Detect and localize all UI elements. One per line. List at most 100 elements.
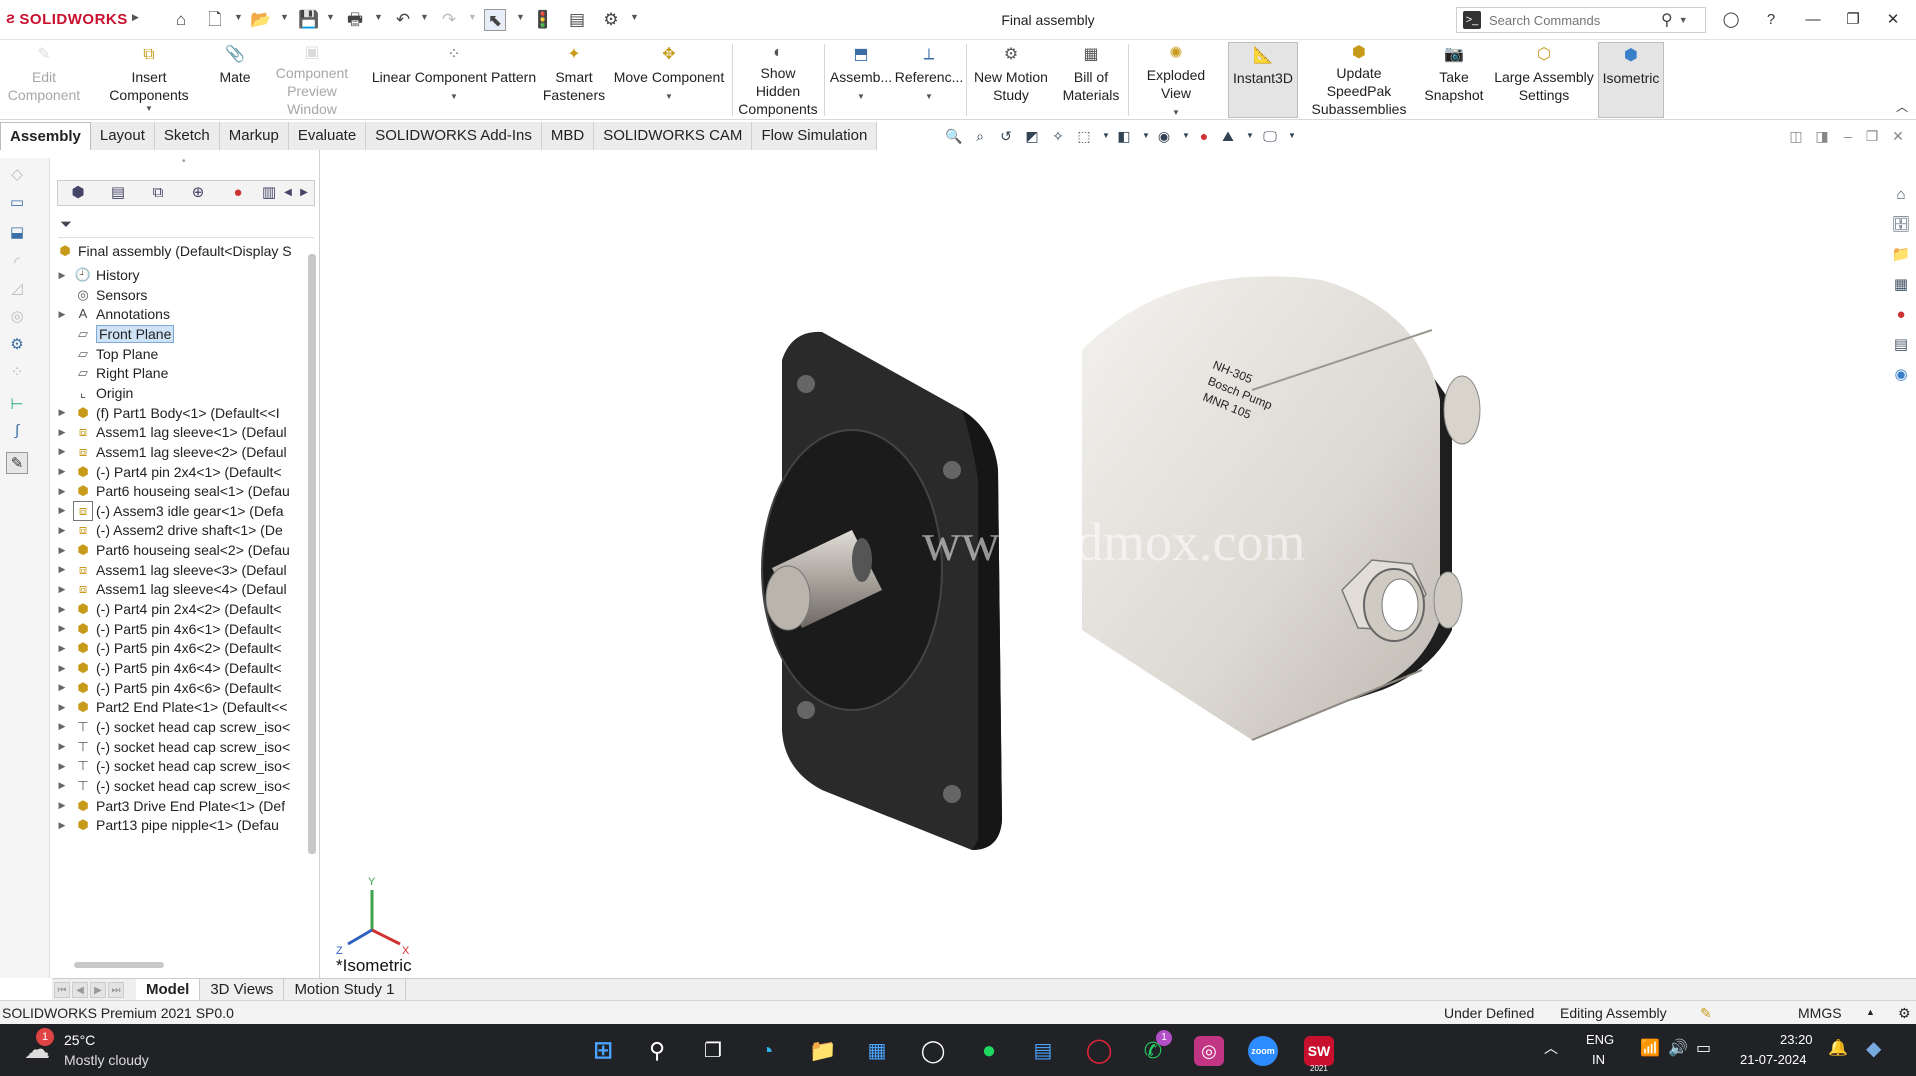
view-orientation-icon[interactable]: ⬚ <box>1074 126 1094 146</box>
fillet-icon[interactable]: ◜ <box>6 252 28 274</box>
expand-arrow-icon[interactable]: ▶ <box>56 623 68 634</box>
reference-geometry-button[interactable]: ⟂ Referenc... ▼ <box>895 42 963 118</box>
move-component-dropdown-icon[interactable]: ▼ <box>665 92 673 102</box>
expand-arrow-icon[interactable]: ▶ <box>56 761 68 772</box>
select-dropdown-icon[interactable]: ▼ <box>516 12 525 22</box>
tab-markup[interactable]: Markup <box>219 122 289 150</box>
options-dropdown-icon[interactable]: ▼ <box>630 12 639 22</box>
account-icon[interactable]: ◯ <box>1716 8 1746 32</box>
restore-icon[interactable]: ❐ <box>1838 8 1868 32</box>
view-orientation-dropdown-icon[interactable]: ▼ <box>1096 126 1116 146</box>
expand-arrow-icon[interactable]: ▶ <box>56 682 68 693</box>
tabs-scroll-left-icon[interactable]: ◀ <box>280 181 296 205</box>
tab-evaluate[interactable]: Evaluate <box>288 122 367 150</box>
notification-bell-icon[interactable]: 🔔 <box>1828 1038 1848 1058</box>
zoom-icon[interactable]: zoom <box>1248 1036 1278 1066</box>
expand-arrow-icon[interactable]: ▶ <box>56 604 68 615</box>
expand-arrow-icon[interactable]: ▶ <box>56 309 68 320</box>
tab-sketch[interactable]: Sketch <box>154 122 220 150</box>
tree-horizontal-scrollbar[interactable] <box>74 962 164 968</box>
task-view-icon[interactable]: ❐ <box>698 1036 728 1066</box>
insert-components-dropdown-icon[interactable]: ▼ <box>145 104 153 114</box>
hide-show-items-icon[interactable]: ◉ <box>1154 126 1174 146</box>
region-indicator[interactable]: IN <box>1592 1052 1605 1067</box>
expand-arrow-icon[interactable]: ▶ <box>56 741 68 752</box>
next-tab-icon[interactable]: ▶ <box>90 981 106 998</box>
tab-layout[interactable]: Layout <box>90 122 155 150</box>
viewport-minimize-icon[interactable]: – <box>1838 126 1858 146</box>
options-gear-icon[interactable]: ⚙ <box>600 9 622 31</box>
search-commands-input[interactable] <box>1489 12 1659 28</box>
expand-arrow-icon[interactable]: ▶ <box>56 505 68 516</box>
battery-icon[interactable]: ▭ <box>1696 1038 1711 1058</box>
take-snapshot-button[interactable]: 📷 Take Snapshot <box>1420 42 1488 118</box>
display-style-dropdown-icon[interactable]: ▼ <box>1136 126 1156 146</box>
exploded-view-button[interactable]: ✺ Exploded View ▼ <box>1130 42 1222 118</box>
spotify-icon[interactable]: ● <box>974 1036 1004 1066</box>
redo-dropdown-icon[interactable]: ▼ <box>468 12 477 22</box>
weather-temperature[interactable]: 25°C <box>64 1032 95 1048</box>
status-options-icon[interactable]: ⚙ <box>1898 1005 1911 1022</box>
tab-motion-study-1[interactable]: Motion Study 1 <box>284 978 406 1001</box>
expand-arrow-icon[interactable]: ▶ <box>56 584 68 595</box>
tree-root[interactable]: ⬢ Final assembly (Default<Display S <box>52 240 304 262</box>
rebuild-status-icon[interactable]: ✎ <box>1700 1005 1712 1022</box>
viewport-split-icon[interactable]: ◫ <box>1786 126 1806 146</box>
select-icon[interactable]: ⬉ <box>484 9 506 31</box>
view-settings-icon[interactable]: 🖵 <box>1260 126 1280 146</box>
pattern-icon[interactable]: ⁘ <box>6 362 28 384</box>
zoom-to-fit-icon[interactable]: 🔍 <box>944 126 964 146</box>
custom-properties-icon[interactable]: ▤ <box>1890 334 1912 356</box>
component-preview-window-button[interactable]: ▣ Component Preview Window <box>260 42 364 118</box>
notepad-icon[interactable]: ▤ <box>1028 1036 1058 1066</box>
panel-grip-icon[interactable]: • <box>182 156 186 167</box>
print-dropdown-icon[interactable]: ▼ <box>374 12 383 22</box>
tab-3d-views[interactable]: 3D Views <box>200 978 285 1001</box>
expand-arrow-icon[interactable]: ▶ <box>56 545 68 556</box>
extrude-icon[interactable]: ⬓ <box>6 222 28 244</box>
new-dropdown-icon[interactable]: ▼ <box>234 12 243 22</box>
chamfer-icon[interactable]: ◿ <box>6 278 28 300</box>
viewport-tile-icon[interactable]: ◨ <box>1812 126 1832 146</box>
volume-icon[interactable]: 🔊 <box>1668 1038 1688 1058</box>
graphics-area[interactable]: NH-305 Bosch Pump MNR 105 www.3dmox.com … <box>322 150 1886 978</box>
display-manager-tab-icon[interactable]: ● <box>218 181 258 205</box>
display-style-icon[interactable]: ◧ <box>1114 126 1134 146</box>
wifi-icon[interactable]: 📶 <box>1640 1038 1660 1058</box>
expand-arrow-icon[interactable]: ▶ <box>56 407 68 418</box>
new-motion-study-button[interactable]: ⚙ New Motion Study <box>970 42 1052 118</box>
menu-expand-icon[interactable]: ▶ <box>132 12 139 23</box>
solidworks-taskbar-icon[interactable]: SW <box>1304 1036 1334 1066</box>
open-icon[interactable]: 📂 <box>250 9 272 31</box>
rebuild-icon[interactable]: 🚦 <box>532 9 554 31</box>
appearances-icon[interactable]: ● <box>1890 304 1912 326</box>
linear-component-pattern-button[interactable]: ⁘ Linear Component Pattern ▼ <box>368 42 540 118</box>
last-tab-icon[interactable]: ⏭ <box>108 981 124 998</box>
smart-fasteners-button[interactable]: ✦ Smart Fasteners <box>543 42 605 118</box>
minimize-icon[interactable]: — <box>1798 8 1828 32</box>
dimxpert-tab-icon[interactable]: ⊕ <box>178 181 218 205</box>
tree-vertical-scrollbar[interactable] <box>308 254 316 854</box>
apply-scene-dropdown-icon[interactable]: ▼ <box>1240 126 1260 146</box>
edge-browser-icon[interactable]: ◔ <box>752 1036 782 1066</box>
copilot-icon[interactable]: ◆ <box>1866 1036 1881 1061</box>
viewport-close-icon[interactable]: ✕ <box>1888 126 1908 146</box>
expand-arrow-icon[interactable]: ▶ <box>56 466 68 477</box>
expand-arrow-icon[interactable]: ▶ <box>56 270 68 281</box>
tabs-scroll-right-icon[interactable]: ▶ <box>296 181 312 205</box>
hide-show-dropdown-icon[interactable]: ▼ <box>1176 126 1196 146</box>
file-explorer-icon[interactable]: 📁 <box>1890 244 1912 266</box>
print-icon[interactable]: 🖶 <box>344 9 366 31</box>
solidworks-forum-icon[interactable]: ◉ <box>1890 364 1912 386</box>
first-tab-icon[interactable]: ⏮ <box>54 981 70 998</box>
solidworks-resources-icon[interactable]: ⌂ <box>1890 184 1912 206</box>
view-settings-dropdown-icon[interactable]: ▼ <box>1282 126 1302 146</box>
taskbar-search-icon[interactable]: ⚲ <box>642 1036 672 1066</box>
hole-icon[interactable]: ◎ <box>6 306 28 328</box>
microsoft-store-icon[interactable]: ▦ <box>862 1036 892 1066</box>
undo-icon[interactable]: ↶ <box>392 9 414 31</box>
prev-tab-icon[interactable]: ◀ <box>72 981 88 998</box>
property-manager-tab-icon[interactable]: ▤ <box>98 181 138 205</box>
instant3d-button[interactable]: 📐 Instant3D <box>1228 42 1298 118</box>
new-document-icon[interactable]: 🗋 <box>204 9 226 31</box>
